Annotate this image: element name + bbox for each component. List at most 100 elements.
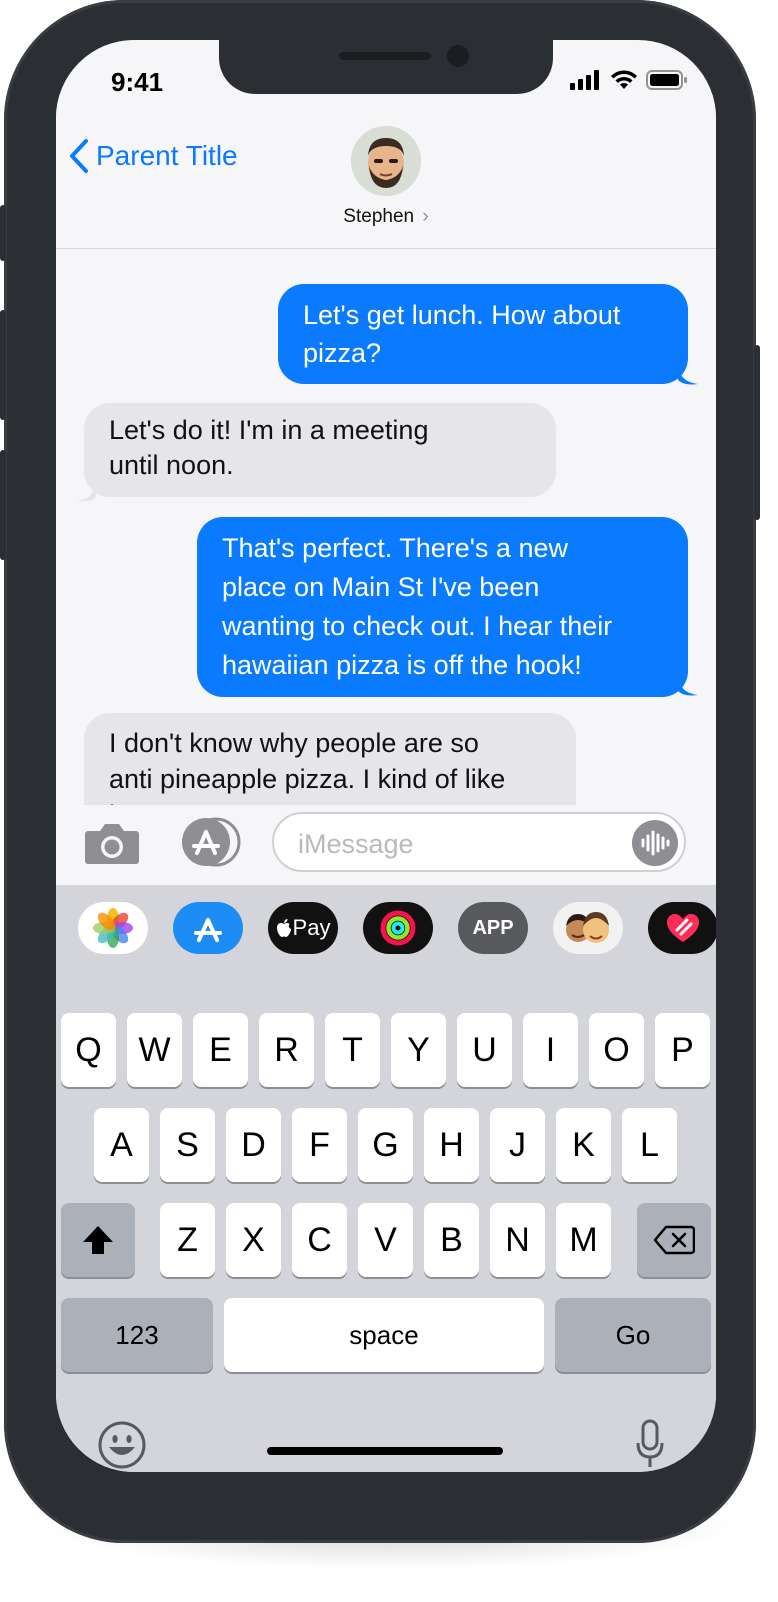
chevron-left-icon bbox=[70, 139, 88, 173]
key-o[interactable]: O bbox=[589, 1013, 644, 1087]
numbers-key[interactable]: 123 bbox=[61, 1298, 213, 1372]
digital-touch-heart-icon bbox=[667, 914, 699, 942]
message-text: place on Main St I've been bbox=[222, 572, 540, 602]
bubble-tail bbox=[678, 677, 698, 696]
key-a[interactable]: A bbox=[94, 1108, 149, 1182]
key-k[interactable]: K bbox=[556, 1108, 611, 1182]
message-text: Let's do it! I'm in a meeting bbox=[109, 415, 429, 445]
keyboard: QWERTYUIOP ASDFGHJKL ZXCVBNM 123 space G… bbox=[56, 973, 716, 1472]
power-button bbox=[754, 345, 760, 520]
message-bubble-outgoing[interactable]: That's perfect. There's a new place on M… bbox=[197, 517, 688, 697]
key-s[interactable]: S bbox=[160, 1108, 215, 1182]
message-text: That's perfect. There's a new bbox=[222, 533, 568, 563]
wifi-icon bbox=[611, 70, 637, 89]
imessage-app-drawer: Pay APP bbox=[56, 885, 716, 973]
bubble-tail bbox=[678, 366, 698, 385]
key-t[interactable]: T bbox=[325, 1013, 380, 1087]
camera-icon[interactable] bbox=[84, 821, 140, 865]
app-store-drawer-icon[interactable] bbox=[176, 817, 242, 867]
key-j[interactable]: J bbox=[490, 1108, 545, 1182]
key-y[interactable]: Y bbox=[391, 1013, 446, 1087]
apple-pay-label: Pay bbox=[292, 915, 331, 940]
app-store-app-button[interactable] bbox=[173, 902, 243, 954]
key-q[interactable]: Q bbox=[61, 1013, 116, 1087]
message-text: I don't know why people are so bbox=[109, 728, 479, 758]
key-i[interactable]: I bbox=[523, 1013, 578, 1087]
message-transcript[interactable]: Let's get lunch. How about pizza? Let's … bbox=[56, 249, 716, 805]
memoji-app-button[interactable] bbox=[553, 902, 623, 954]
chevron-right-icon: › bbox=[422, 206, 429, 227]
emoji-icon[interactable] bbox=[96, 1419, 148, 1471]
key-e[interactable]: E bbox=[193, 1013, 248, 1087]
volume-down-button bbox=[0, 450, 6, 560]
bubble-tail bbox=[76, 483, 96, 502]
contact-name: Stephen bbox=[343, 206, 415, 227]
message-text: until noon. bbox=[109, 450, 234, 480]
waveform-icon bbox=[641, 830, 670, 856]
generic-app-button[interactable]: APP bbox=[458, 902, 528, 954]
message-bubble-outgoing[interactable]: Let's get lunch. How about pizza? bbox=[278, 284, 688, 384]
back-label: Parent Title bbox=[96, 140, 238, 171]
dictation-mic-icon[interactable] bbox=[635, 1419, 665, 1471]
message-text: wanting to check out. I hear their bbox=[222, 611, 613, 641]
message-text: hawaiian pizza is off the hook! bbox=[222, 650, 582, 680]
status-icons bbox=[570, 70, 688, 90]
message-bubble-incoming[interactable]: I don't know why people are so anti pine… bbox=[84, 713, 576, 805]
activity-app-button[interactable] bbox=[363, 902, 433, 954]
key-x[interactable]: X bbox=[226, 1203, 281, 1277]
backspace-icon bbox=[653, 1225, 695, 1255]
key-d[interactable]: D bbox=[226, 1108, 281, 1182]
go-key[interactable]: Go bbox=[555, 1298, 711, 1372]
message-bubble-incoming[interactable]: Let's do it! I'm in a meeting until noon… bbox=[84, 403, 556, 497]
key-w[interactable]: W bbox=[127, 1013, 182, 1087]
screen: 9:41 Parent Title Stephen › Let's get lu… bbox=[56, 40, 716, 1472]
audio-message-button[interactable] bbox=[632, 820, 678, 866]
message-text: pizza? bbox=[303, 338, 382, 368]
apple-logo-icon bbox=[276, 919, 291, 937]
app-store-app-icon bbox=[194, 918, 222, 942]
key-u[interactable]: U bbox=[457, 1013, 512, 1087]
generic-app-label: APP bbox=[472, 916, 514, 939]
message-text: anti pineapple pizza. I kind of like bbox=[109, 764, 506, 794]
message-text: Let's get lunch. How about bbox=[303, 300, 621, 330]
shift-key[interactable] bbox=[61, 1203, 135, 1277]
key-v[interactable]: V bbox=[358, 1203, 413, 1277]
volume-up-button bbox=[0, 310, 6, 420]
silent-switch bbox=[0, 205, 6, 261]
key-r[interactable]: R bbox=[259, 1013, 314, 1087]
battery-icon bbox=[646, 70, 687, 90]
key-b[interactable]: B bbox=[424, 1203, 479, 1277]
photos-app-icon bbox=[93, 908, 133, 948]
imessage-placeholder: iMessage bbox=[298, 829, 414, 859]
key-c[interactable]: C bbox=[292, 1203, 347, 1277]
key-l[interactable]: L bbox=[622, 1108, 677, 1182]
home-indicator[interactable] bbox=[267, 1447, 503, 1455]
compose-bar: iMessage bbox=[56, 805, 716, 885]
digital-touch-app-button[interactable] bbox=[648, 902, 716, 954]
contact-name-row[interactable]: Stephen › bbox=[56, 206, 716, 228]
contact-avatar[interactable] bbox=[351, 126, 421, 196]
key-n[interactable]: N bbox=[490, 1203, 545, 1277]
message-text: it. bbox=[109, 797, 551, 805]
front-camera bbox=[447, 45, 469, 67]
activity-app-icon bbox=[380, 910, 416, 946]
apple-pay-app-button[interactable]: Pay bbox=[268, 902, 338, 954]
key-f[interactable]: F bbox=[292, 1108, 347, 1182]
key-z[interactable]: Z bbox=[160, 1203, 215, 1277]
shift-arrow-icon bbox=[83, 1226, 113, 1254]
cellular-signal-icon bbox=[570, 70, 599, 90]
space-key[interactable]: space bbox=[224, 1298, 544, 1372]
notch bbox=[219, 40, 553, 94]
imessage-input[interactable]: iMessage bbox=[272, 812, 686, 872]
memoji-app-icon bbox=[566, 912, 609, 943]
conversation-header: Parent Title Stephen › bbox=[56, 94, 716, 249]
memoji-avatar-icon bbox=[351, 126, 421, 196]
delete-key[interactable] bbox=[637, 1203, 711, 1277]
key-h[interactable]: H bbox=[424, 1108, 479, 1182]
key-g[interactable]: G bbox=[358, 1108, 413, 1182]
photos-app-button[interactable] bbox=[78, 902, 148, 954]
earpiece-speaker bbox=[339, 52, 431, 60]
key-m[interactable]: M bbox=[556, 1203, 611, 1277]
back-button[interactable]: Parent Title bbox=[68, 138, 238, 174]
key-p[interactable]: P bbox=[655, 1013, 710, 1087]
